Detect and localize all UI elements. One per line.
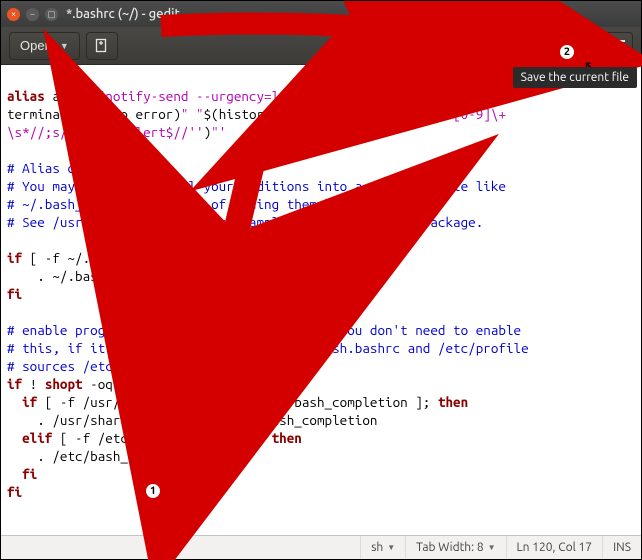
- statusbar-tabwidth[interactable]: Tab Width: 8 ▼: [405, 536, 505, 559]
- save-button[interactable]: Save: [543, 32, 595, 60]
- code-token: ): [173, 106, 181, 122]
- code-token: ': [196, 124, 204, 140]
- code-token: $(: [204, 106, 219, 122]
- code-token: " ": [181, 106, 204, 122]
- code-token: alert=: [45, 88, 98, 104]
- code-token: . /etc/bash_co etion: [7, 448, 211, 464]
- statusbar-position: Ln 120, Col 17: [506, 536, 603, 559]
- statusbar: sh ▼ Tab Width: 8 ▼ Ln 120, Col 17 INS: [1, 535, 641, 559]
- code-token: fi: [7, 466, 37, 482]
- code-comment: # ~/.bash_aliases, instead of adding the…: [7, 196, 430, 212]
- save-tooltip: Save the current file: [513, 67, 637, 88]
- new-tab-button[interactable]: [86, 32, 118, 60]
- code-comment: # Alias definitions.: [7, 160, 158, 176]
- code-token: then: [272, 430, 302, 446]
- statusbar-insert-mode[interactable]: INS: [602, 536, 641, 559]
- maximize-window-button[interactable]: ▢: [45, 8, 58, 21]
- code-token: elif: [7, 430, 52, 446]
- new-document-icon: [94, 38, 110, 54]
- editor-area[interactable]: alias alert="notify-send --urgency=low -…: [1, 65, 641, 535]
- toolbar: Open ▼ Save: [1, 27, 641, 65]
- titlebar: × – ▢ *.bashrc (~/) - gedit: [1, 1, 641, 27]
- code-token: "notify-send --urgency=low -i ": [98, 88, 332, 104]
- code-token: [ -f /etc/b ompletion ];: [52, 430, 271, 446]
- statusbar-language[interactable]: sh ▼: [360, 536, 405, 559]
- code-comment: # sources /etc/bash.ba rc).: [7, 358, 226, 374]
- code-token: $(: [332, 88, 347, 104]
- code-token: fi: [7, 286, 22, 302]
- code-token: \s*//;s/[;&|]\s*alert$//: [7, 124, 188, 140]
- code-token: alias: [7, 88, 45, 104]
- code-comment: # enable programmable co letion features…: [7, 322, 521, 338]
- minimize-window-button[interactable]: –: [26, 8, 39, 21]
- statusbar-tabwidth-label: Tab Width: 8: [416, 541, 483, 554]
- code-token: terminal || echo error: [7, 106, 173, 122]
- code-token: ): [204, 124, 212, 140]
- code-token: if: [7, 250, 22, 266]
- code-comment: # See /usr/share/doc/bash-doc/examples i…: [7, 214, 483, 230]
- code-token: then: [438, 394, 468, 410]
- statusbar-position-label: Ln 120, Col 17: [517, 541, 593, 554]
- code-token: if: [7, 394, 37, 410]
- code-token: !: [22, 376, 45, 392]
- window-title: *.bashrc (~/) - gedit: [66, 7, 635, 21]
- code-token: -oq posix;: [83, 376, 166, 392]
- code-token: "': [211, 124, 226, 140]
- chevron-down-icon: ▼: [488, 543, 496, 552]
- code-token: shopt: [45, 376, 83, 392]
- code-token: s/^\s*[0-9]\+: [408, 106, 506, 122]
- app-window: × – ▢ *.bashrc (~/) - gedit Open ▼ Save …: [0, 0, 642, 560]
- hamburger-icon: [609, 40, 625, 52]
- open-button[interactable]: Open ▼: [9, 32, 80, 60]
- statusbar-language-label: sh: [371, 541, 383, 554]
- code-token: [ $? = 0 ]: [347, 88, 423, 104]
- code-comment: # this, if it's already nabled in /etc/b…: [7, 340, 529, 356]
- chevron-down-icon: ▼: [60, 41, 69, 51]
- code-comment: # You may want to put all your additions…: [7, 178, 506, 194]
- code-token: if: [7, 376, 22, 392]
- code-token: fi: [7, 484, 22, 500]
- chevron-down-icon: ▼: [387, 543, 395, 552]
- code-token: then: [211, 250, 241, 266]
- code-token: [ -f ~/.bash_aliases ];: [22, 250, 211, 266]
- code-token: . /usr/share/ba completion/bash_completi…: [7, 412, 377, 428]
- code-token: history|tail -n1|sed -e: [219, 106, 400, 122]
- statusbar-insert-label: INS: [613, 541, 631, 554]
- window-controls: × – ▢: [7, 8, 58, 21]
- code-token: ': [188, 124, 196, 140]
- code-token: ': [400, 106, 408, 122]
- close-window-button[interactable]: ×: [7, 8, 20, 21]
- hamburger-menu-button[interactable]: [601, 32, 633, 60]
- save-label: Save: [554, 38, 584, 53]
- open-label: Open: [20, 38, 52, 53]
- code-token: en: [166, 376, 204, 392]
- code-token: [ -f /usr/share/ sh-completion/bash_comp…: [37, 394, 438, 410]
- code-token: . ~/.bash_aliases: [7, 268, 166, 284]
